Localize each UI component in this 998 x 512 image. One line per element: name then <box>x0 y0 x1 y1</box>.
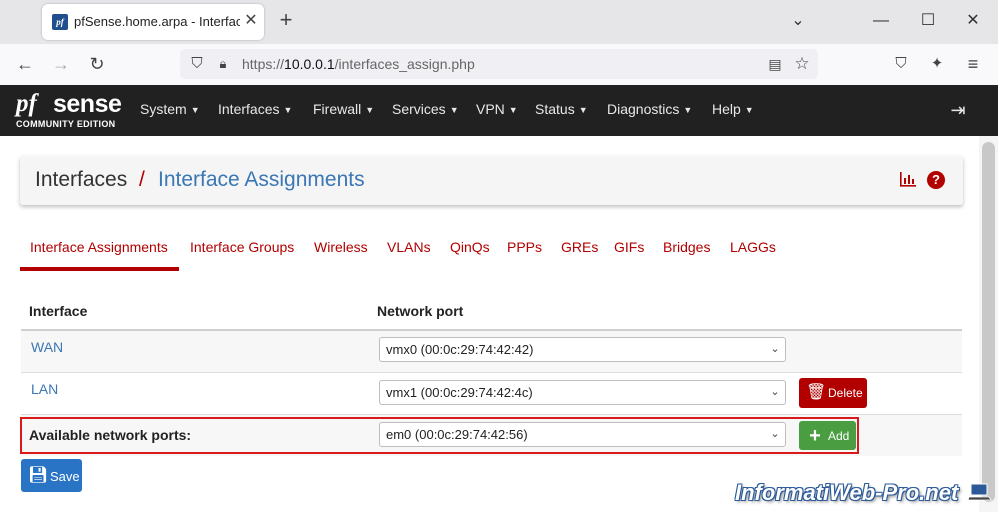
bar-chart-icon[interactable] <box>899 171 917 187</box>
new-tab-icon[interactable]: + <box>275 8 297 32</box>
url-path: /interfaces_assign.php <box>334 56 475 72</box>
logo-sense: sense <box>53 90 122 118</box>
highlight-box <box>20 417 859 454</box>
menu-label: Help <box>712 101 741 117</box>
save-label: Save <box>50 469 80 484</box>
delete-label: Delete <box>828 386 863 400</box>
browser-tab-bar: pf pfSense.home.arpa - Interfaces: Inter… <box>0 0 998 44</box>
extensions-icon[interactable]: ✦ <box>924 52 950 76</box>
breadcrumb-panel: Interfaces / Interface Assignments ? <box>20 156 963 205</box>
url-scheme: https:// <box>242 56 285 72</box>
tab-list-chevron-icon[interactable]: ⌄ <box>786 10 810 32</box>
caret-down-icon: ▼ <box>365 105 375 115</box>
menu-label: VPN <box>476 101 505 117</box>
tab-gres[interactable]: GREs <box>561 239 598 255</box>
menu-system[interactable]: System ▼ <box>140 101 200 117</box>
page-scrollbar[interactable] <box>979 136 998 512</box>
tab-gifs[interactable]: GIFs <box>614 239 644 255</box>
tab-qinqs[interactable]: QinQs <box>450 239 490 255</box>
trash-icon: 🗑︎ <box>806 384 827 401</box>
browser-nav-bar: ← → ↻ ⛉ 🔒︎ https://10.0.0.1/interfaces_a… <box>0 44 998 86</box>
wan-port-select[interactable]: vmx0 (00:0c:29:74:42:42) ⌄ <box>379 337 786 362</box>
select-value: vmx1 (00:0c:29:74:42:4c) <box>386 385 533 400</box>
browser-tab-title: pfSense.home.arpa - Interfaces: Interfac… <box>74 14 240 29</box>
breadcrumb-parent: Interfaces <box>35 168 128 191</box>
logout-icon[interactable]: ⇥ <box>946 99 970 121</box>
chevron-down-icon: ⌄ <box>770 343 780 355</box>
caret-down-icon: ▼ <box>283 105 293 115</box>
menu-help[interactable]: Help ▼ <box>712 101 754 117</box>
address-bar[interactable]: ⛉ 🔒︎ https://10.0.0.1/interfaces_assign.… <box>180 49 818 79</box>
column-header-interface: Interface <box>29 303 88 319</box>
star-icon[interactable]: ☆ <box>792 53 812 75</box>
menu-icon[interactable]: ≡ <box>960 52 986 76</box>
tab-interface-groups[interactable]: Interface Groups <box>190 239 294 255</box>
pfsense-favicon-icon: pf <box>52 14 68 30</box>
caret-down-icon: ▼ <box>744 105 754 115</box>
menu-diagnostics[interactable]: Diagnostics ▼ <box>607 101 692 117</box>
interface-link-wan[interactable]: WAN <box>31 339 63 355</box>
lock-icon[interactable]: 🔒︎ <box>214 54 232 74</box>
tab-wireless[interactable]: Wireless <box>314 239 368 255</box>
pfsense-navbar: pf sense COMMUNITY EDITION System ▼ Inter… <box>0 85 998 136</box>
delete-button[interactable]: 🗑︎ Delete <box>799 378 867 408</box>
tab-bridges[interactable]: Bridges <box>663 239 710 255</box>
shield-icon[interactable]: ⛉ <box>188 54 206 74</box>
maximize-icon[interactable]: ☐ <box>916 10 940 32</box>
scrollbar-thumb[interactable] <box>982 142 995 502</box>
reader-icon[interactable]: ▤ <box>766 54 784 74</box>
caret-down-icon: ▼ <box>578 105 588 115</box>
menu-vpn[interactable]: VPN ▼ <box>476 101 518 117</box>
caret-down-icon: ▼ <box>683 105 693 115</box>
breadcrumb-separator: / <box>139 168 145 191</box>
url-text[interactable]: https://10.0.0.1/interfaces_assign.php <box>242 56 475 72</box>
menu-label: System <box>140 101 187 117</box>
menu-interfaces[interactable]: Interfaces ▼ <box>218 101 292 117</box>
table-row: LAN vmx1 (00:0c:29:74:42:4c) ⌄ 🗑︎ Delete <box>21 373 962 414</box>
help-icon[interactable]: ? <box>927 171 945 189</box>
select-value: vmx0 (00:0c:29:74:42:42) <box>386 342 534 357</box>
interface-link-lan[interactable]: LAN <box>31 381 58 397</box>
close-tab-icon[interactable]: ✕ <box>242 11 260 31</box>
active-tab-underline <box>20 267 179 271</box>
pocket-icon[interactable]: ⛉ <box>888 52 914 76</box>
lan-port-select[interactable]: vmx1 (00:0c:29:74:42:4c) ⌄ <box>379 380 786 405</box>
close-window-icon[interactable]: ✕ <box>961 10 985 32</box>
browser-tab[interactable]: pf pfSense.home.arpa - Interfaces: Inter… <box>42 4 264 40</box>
menu-label: Status <box>535 101 575 117</box>
table-row: WAN vmx0 (00:0c:29:74:42:42) ⌄ <box>21 331 962 372</box>
menu-status[interactable]: Status ▼ <box>535 101 588 117</box>
forward-icon[interactable]: → <box>48 52 74 76</box>
logo-pf: pf <box>16 90 37 117</box>
caret-down-icon: ▼ <box>449 105 459 115</box>
menu-label: Firewall <box>313 101 362 117</box>
tab-ppps[interactable]: PPPs <box>507 239 542 255</box>
menu-firewall[interactable]: Firewall ▼ <box>313 101 374 117</box>
chevron-down-icon: ⌄ <box>770 386 780 398</box>
back-icon[interactable]: ← <box>12 52 38 76</box>
tab-interface-assignments[interactable]: Interface Assignments <box>30 239 168 255</box>
page-title[interactable]: Interface Assignments <box>158 168 365 192</box>
minimize-icon[interactable]: — <box>869 10 893 32</box>
floppy-disk-icon: 💾︎ <box>28 467 49 484</box>
menu-services[interactable]: Services ▼ <box>392 101 459 117</box>
caret-down-icon: ▼ <box>508 105 518 115</box>
menu-label: Diagnostics <box>607 101 680 117</box>
watermark: InformatiWeb-Pro.net <box>735 480 959 505</box>
menu-label: Interfaces <box>218 101 280 117</box>
tab-vlans[interactable]: VLANs <box>387 239 431 255</box>
interface-tabs: Interface Assignments Interface Groups W… <box>20 232 963 274</box>
logo-edition: COMMUNITY EDITION <box>16 119 116 129</box>
laptop-icon <box>968 483 992 501</box>
url-host: 10.0.0.1 <box>284 56 335 72</box>
caret-down-icon: ▼ <box>190 105 200 115</box>
pfsense-logo[interactable]: pf sense COMMUNITY EDITION <box>16 89 124 133</box>
tab-laggs[interactable]: LAGGs <box>730 239 776 255</box>
menu-label: Services <box>392 101 446 117</box>
reload-icon[interactable]: ↻ <box>84 52 110 76</box>
save-button[interactable]: 💾︎ Save <box>21 459 82 492</box>
column-header-network-port: Network port <box>377 303 464 319</box>
